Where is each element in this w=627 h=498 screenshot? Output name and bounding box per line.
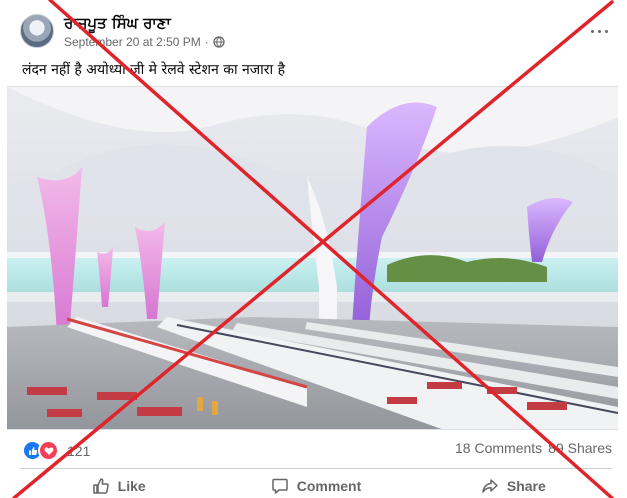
post-caption: लंदन नहीं है अयोध्या जी मे रेलवे स्टेशन … xyxy=(22,62,286,78)
post-meta: September 20 at 2:50 PM · xyxy=(64,35,225,49)
post-header: ਰਾਜਪੂਤ ਸਿੰਘ ਰਾਣਾ September 20 at 2:50 PM… xyxy=(20,12,620,52)
author-name[interactable]: ਰਾਜਪੂਤ ਸਿੰਘ ਰਾਣਾ xyxy=(64,14,171,32)
facebook-post: ਰਾਜਪੂਤ ਸਿੰਘ ਰਾਣਾ September 20 at 2:50 PM… xyxy=(0,0,627,498)
comments-count[interactable]: 18 Comments xyxy=(455,440,542,456)
post-timestamp[interactable]: September 20 at 2:50 PM xyxy=(64,35,201,49)
post-photo[interactable] xyxy=(7,86,618,430)
globe-icon xyxy=(213,36,225,48)
share-arrow-icon xyxy=(481,477,499,495)
love-reaction-icon xyxy=(38,440,59,461)
thumbs-up-icon xyxy=(92,477,110,495)
comment-button[interactable]: Comment xyxy=(217,474,414,498)
author-avatar[interactable] xyxy=(20,14,54,48)
more-options-icon[interactable] xyxy=(588,22,612,40)
share-label: Share xyxy=(506,478,546,494)
reaction-count: 121 xyxy=(67,442,91,459)
post-actions: Like Comment Share xyxy=(20,474,612,498)
meta-separator: · xyxy=(204,35,209,49)
like-label: Like xyxy=(117,478,146,494)
comment-label: Comment xyxy=(296,478,362,494)
like-button[interactable]: Like xyxy=(20,474,217,498)
post-stats: 121 18 Comments 89 Shares xyxy=(20,440,612,461)
shares-count[interactable]: 89 Shares xyxy=(548,440,612,456)
reaction-summary[interactable]: 121 xyxy=(22,440,90,461)
comment-bubble-icon xyxy=(271,477,289,495)
engagement-counts: 18 Comments 89 Shares xyxy=(455,440,612,456)
share-button[interactable]: Share xyxy=(415,474,612,498)
action-divider xyxy=(20,468,612,469)
